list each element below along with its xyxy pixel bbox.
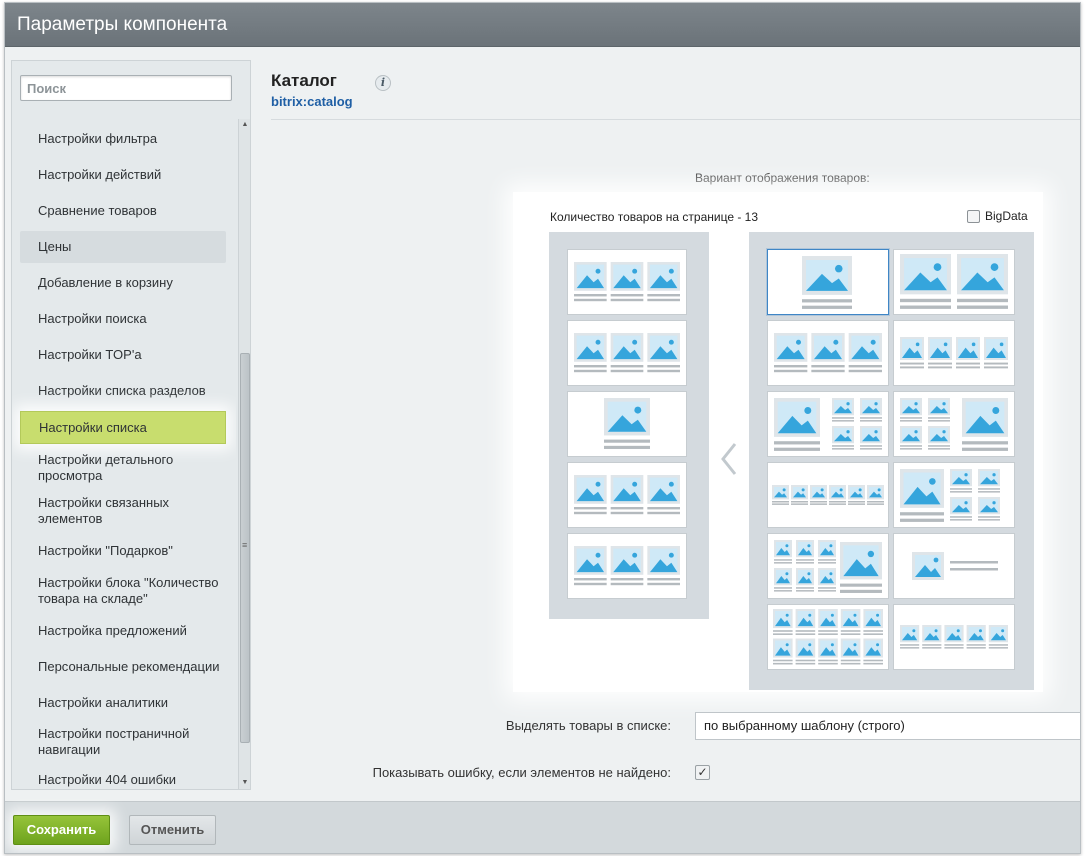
bigdata-label: BigData — [985, 209, 1028, 223]
grip-icon: ≡ — [242, 540, 248, 550]
sidebar-nav-list: Настройки фильтра Настройки действий Сра… — [12, 119, 236, 789]
sidebar-item-related[interactable]: Настройки связанных элементов — [20, 489, 226, 533]
scroll-down-icon[interactable]: ▼ — [239, 777, 251, 789]
scroll-thumb[interactable]: ≡ — [240, 353, 250, 743]
sidebar-item-recommendations[interactable]: Персональные рекомендации — [20, 649, 226, 685]
sidebar-item-section-list[interactable]: Настройки списка разделов — [20, 373, 226, 409]
selected-template-2[interactable] — [567, 320, 687, 386]
main-panel: Каталог i bitrix:catalog Вариант отображ… — [257, 47, 1080, 801]
template-7-six[interactable] — [767, 462, 889, 528]
selected-template-1[interactable] — [567, 249, 687, 315]
sidebar-item-404[interactable]: Настройки 404 ошибки — [20, 763, 226, 789]
template-3-triple[interactable] — [767, 320, 889, 386]
sidebar-item-stock-block[interactable]: Настройки блока "Количество товара на ск… — [20, 569, 226, 613]
show-error-label: Показывать ошибку, если элементов не най… — [372, 765, 671, 780]
sidebar-item-detail-view[interactable]: Настройки детального просмотра — [20, 447, 226, 489]
chevron-left-icon[interactable] — [719, 442, 739, 476]
bigdata-checkbox-box[interactable] — [967, 209, 980, 223]
component-title: Каталог — [271, 71, 337, 90]
template-4-quad[interactable] — [893, 320, 1015, 386]
sidebar-item-top[interactable]: Настройки TOP'а — [20, 337, 226, 373]
divider — [271, 119, 1080, 120]
template-11-ten[interactable] — [767, 604, 889, 670]
component-code: bitrix:catalog — [271, 94, 353, 109]
sidebar-item-filter[interactable]: Настройки фильтра — [20, 121, 226, 157]
template-2-double[interactable] — [893, 249, 1015, 315]
sidebar-item-pagination[interactable]: Настройки постраничной навигации — [20, 721, 226, 763]
selected-template-4[interactable] — [567, 462, 687, 528]
sidebar-item-actions[interactable]: Настройки действий — [20, 157, 226, 193]
save-button[interactable]: Сохранить — [13, 815, 110, 845]
search-input[interactable] — [20, 75, 232, 101]
sidebar-item-search[interactable]: Настройки поиска — [20, 301, 226, 337]
scroll-up-icon[interactable]: ▲ — [239, 119, 251, 131]
sidebar: Настройки фильтра Настройки действий Сра… — [11, 60, 251, 790]
selected-template-5[interactable] — [567, 533, 687, 599]
template-5-big-left[interactable] — [767, 391, 889, 457]
info-icon[interactable]: i — [375, 75, 391, 91]
cancel-button[interactable]: Отменить — [129, 815, 216, 845]
sidebar-item-gifts[interactable]: Настройки "Подарков" — [20, 533, 226, 569]
selected-template-3[interactable] — [567, 391, 687, 457]
show-error-checkbox[interactable]: ✓ — [695, 765, 710, 780]
template-8-big-four[interactable] — [893, 462, 1015, 528]
component-params-dialog: Параметры компонента Настройки фильтра Н… — [4, 2, 1081, 854]
bigdata-checkbox[interactable]: BigData — [967, 209, 1028, 223]
template-9-grid-big[interactable] — [767, 533, 889, 599]
sidebar-scrollbar[interactable]: ▲ ≡ ▼ — [238, 119, 250, 789]
template-1-single[interactable] — [767, 249, 889, 315]
sidebar-item-prices[interactable]: Цены — [20, 231, 226, 263]
template-10-line[interactable] — [893, 533, 1015, 599]
highlight-label: Выделять товары в списке: — [505, 718, 671, 733]
view-variant-panel: Количество товаров на странице - 13 BigD… — [513, 192, 1043, 692]
template-12-five[interactable] — [893, 604, 1015, 670]
sidebar-item-offers[interactable]: Настройка предложений — [20, 613, 226, 649]
view-variant-label: Вариант отображения товаров: — [695, 171, 870, 185]
highlight-select[interactable]: по выбранному шаблону (строго) — [695, 712, 1080, 740]
sidebar-item-analytics[interactable]: Настройки аналитики — [20, 685, 226, 721]
dialog-title: Параметры компонента — [5, 3, 1080, 47]
sidebar-item-list-settings[interactable]: Настройки списка — [20, 411, 226, 444]
dialog-footer: Сохранить Отменить — [5, 801, 1080, 853]
sidebar-item-compare[interactable]: Сравнение товаров — [20, 193, 226, 229]
template-6-big-right[interactable] — [893, 391, 1015, 457]
items-per-page-label: Количество товаров на странице - 13 — [550, 210, 759, 224]
sidebar-item-add-to-cart[interactable]: Добавление в корзину — [20, 265, 226, 301]
